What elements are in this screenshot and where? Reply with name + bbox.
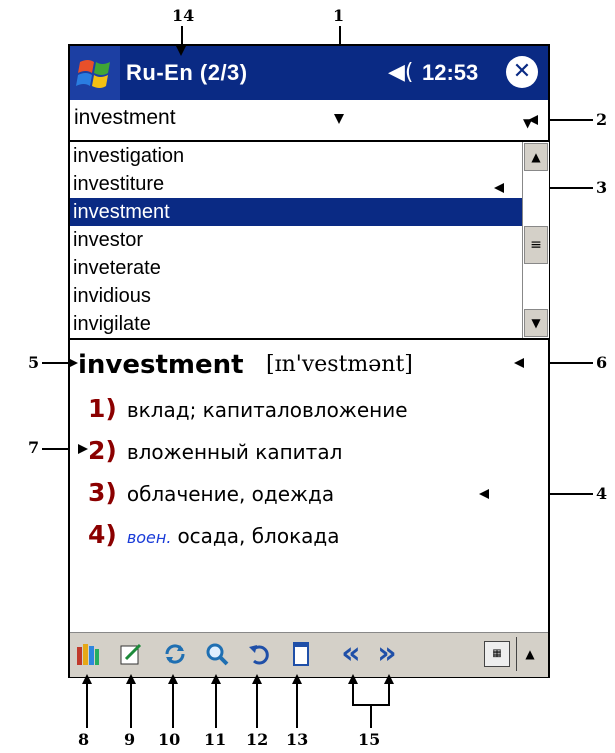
arrowhead-7 <box>78 444 88 454</box>
arrowhead-11 <box>211 674 221 684</box>
arrowhead-8 <box>82 674 92 684</box>
callout-arrows <box>68 46 538 684</box>
arrowhead-5 <box>68 358 78 368</box>
arrowhead-14 <box>176 46 186 56</box>
arrowhead-15a <box>348 674 358 684</box>
arrowhead-13 <box>292 674 302 684</box>
arrowhead-4 <box>479 489 489 499</box>
arrowhead-1 <box>334 114 344 124</box>
arrowhead-12 <box>252 674 262 684</box>
arrowhead-2 <box>528 115 538 125</box>
arrowhead-10 <box>168 674 178 684</box>
arrowhead-9 <box>126 674 136 684</box>
arrowhead-6 <box>514 358 524 368</box>
arrowhead-3 <box>494 183 504 193</box>
arrowhead-15b <box>384 674 394 684</box>
